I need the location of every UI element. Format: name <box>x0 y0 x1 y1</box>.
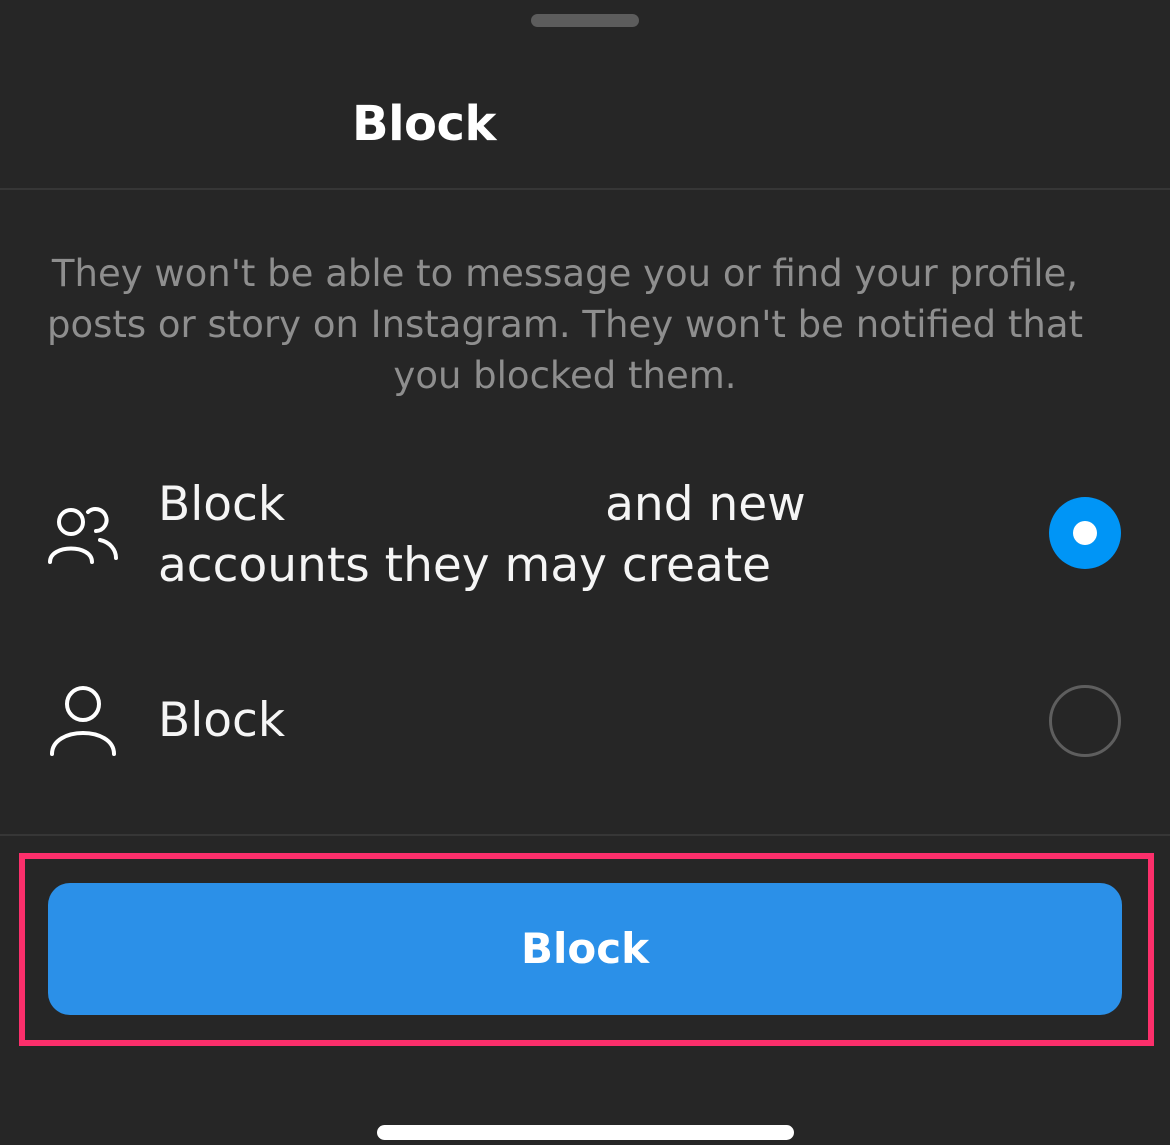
radio-unselected[interactable] <box>1049 685 1121 757</box>
sheet-title: Block <box>352 96 496 152</box>
radio-selected[interactable] <box>1049 497 1121 569</box>
option-block-and-new-accounts[interactable]: Block and new accounts they may create <box>0 470 1170 600</box>
block-button[interactable]: Block <box>48 883 1122 1015</box>
option-label-and-new: and new <box>605 477 806 532</box>
footer-divider <box>0 834 1170 836</box>
header-divider <box>0 188 1170 190</box>
people-icon <box>44 500 122 570</box>
option-block-only[interactable]: Block <box>0 670 1170 770</box>
person-icon <box>44 682 122 762</box>
block-description: They won't be able to message you or fin… <box>46 252 1084 397</box>
home-indicator <box>377 1125 794 1140</box>
option-label-accounts: accounts they may create <box>158 538 772 593</box>
option-label-block: Block <box>158 477 286 532</box>
block-sheet: Block They won't be able to message you … <box>0 0 1170 1145</box>
sheet-grabber-handle[interactable] <box>531 14 639 27</box>
option-label-block-only: Block <box>158 693 286 748</box>
option-label-block-and-new: Block and new accounts they may create <box>158 474 858 596</box>
